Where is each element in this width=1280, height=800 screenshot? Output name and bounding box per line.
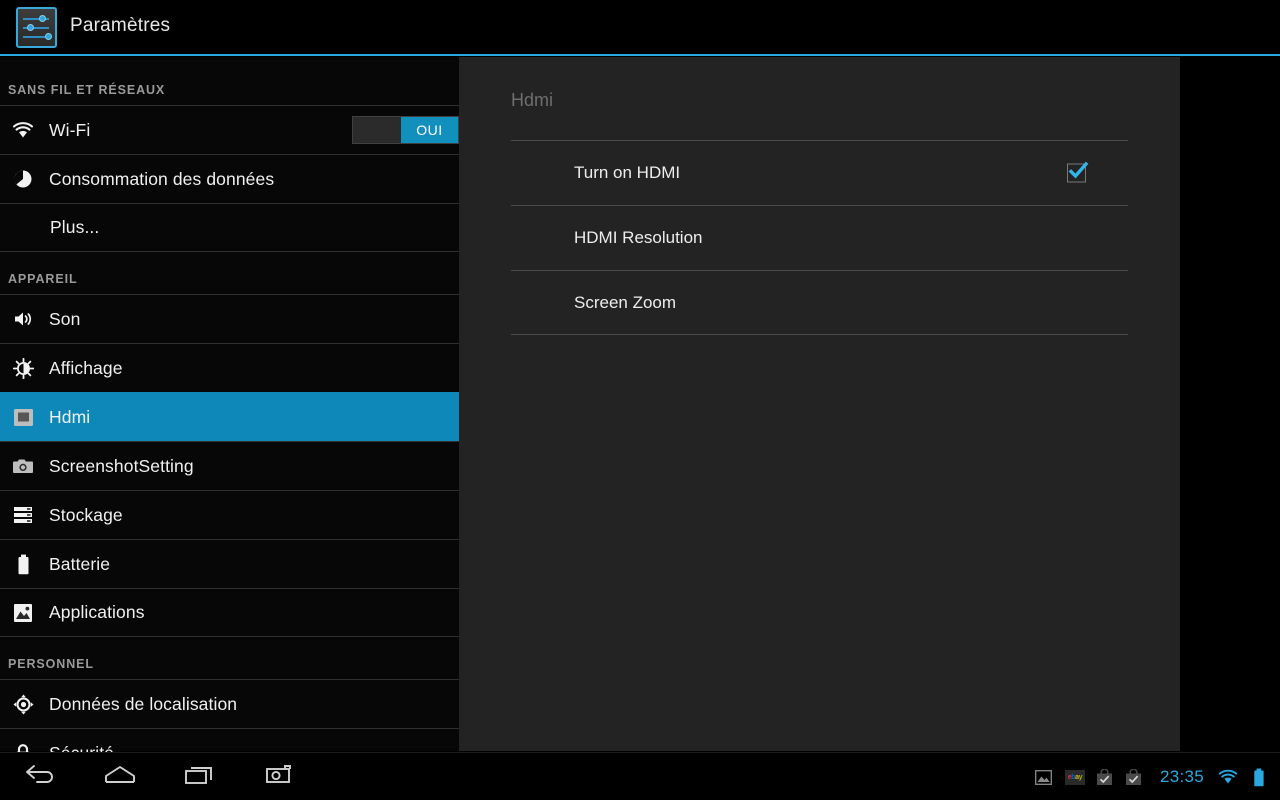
storage-bars-icon bbox=[8, 502, 38, 528]
toggle-track bbox=[353, 117, 401, 143]
sidebar-item-applications[interactable]: Applications bbox=[0, 588, 459, 637]
wifi-toggle[interactable]: OUI bbox=[352, 116, 459, 144]
back-arrow-icon bbox=[23, 763, 57, 792]
android-settings-screen: Paramètres SANS FIL ET RÉSEAUX Wi-Fi OUI bbox=[0, 0, 1280, 800]
toggle-state-label: OUI bbox=[401, 117, 458, 143]
sidebar-item-data-usage[interactable]: Consommation des données bbox=[0, 154, 459, 203]
pref-label: Turn on HDMI bbox=[574, 163, 681, 182]
sidebar-item-location[interactable]: Données de localisation bbox=[0, 679, 459, 728]
back-button[interactable] bbox=[0, 753, 80, 800]
system-navigation-bar: ebay 23:35 bbox=[0, 752, 1280, 800]
sidebar-item-label: Son bbox=[49, 308, 81, 329]
settings-sidebar[interactable]: SANS FIL ET RÉSEAUX Wi-Fi OUI Consommati… bbox=[0, 57, 459, 763]
sidebar-item-label: Données de localisation bbox=[49, 693, 238, 714]
sidebar-item-label: Wi-Fi bbox=[49, 119, 91, 140]
data-usage-pie-icon bbox=[8, 166, 38, 192]
section-header-personal: PERSONNEL bbox=[8, 657, 94, 671]
sidebar-item-label: Plus... bbox=[50, 217, 100, 237]
speaker-icon bbox=[8, 306, 38, 332]
pref-label: HDMI Resolution bbox=[574, 228, 703, 247]
location-crosshair-icon bbox=[8, 691, 38, 717]
sidebar-item-hdmi[interactable]: Hdmi bbox=[0, 392, 459, 441]
sidebar-item-label: ScreenshotSetting bbox=[49, 455, 194, 476]
battery-full-icon bbox=[1249, 767, 1269, 787]
status-area[interactable]: ebay 23:35 bbox=[1034, 753, 1280, 800]
preference-list: Turn on HDMI HDMI Resolution Screen Zoom bbox=[511, 140, 1128, 335]
check-icon bbox=[1068, 161, 1089, 179]
hdmi-screen-icon bbox=[8, 404, 38, 430]
pref-row-screen-zoom[interactable]: Screen Zoom bbox=[511, 270, 1128, 335]
wifi-icon bbox=[8, 117, 38, 143]
sidebar-item-wifi[interactable]: Wi-Fi OUI bbox=[0, 105, 459, 154]
image-icon bbox=[1034, 767, 1054, 787]
ebay-letter: y bbox=[1078, 773, 1083, 781]
recents-button[interactable] bbox=[160, 753, 240, 800]
sidebar-item-battery[interactable]: Batterie bbox=[0, 539, 459, 588]
wifi-icon bbox=[1218, 767, 1238, 787]
settings-sliders-icon bbox=[16, 7, 57, 48]
pref-label: Screen Zoom bbox=[574, 292, 677, 312]
home-button[interactable] bbox=[80, 753, 160, 800]
status-clock: 23:35 bbox=[1159, 767, 1204, 786]
section-header-wireless: SANS FIL ET RÉSEAUX bbox=[8, 83, 166, 97]
pref-row-hdmi-resolution[interactable]: HDMI Resolution bbox=[511, 205, 1128, 270]
sidebar-item-screenshotsetting[interactable]: ScreenshotSetting bbox=[0, 441, 459, 490]
camera-icon bbox=[8, 453, 38, 479]
sidebar-item-storage[interactable]: Stockage bbox=[0, 490, 459, 539]
shopping-bag-check-icon bbox=[1096, 768, 1114, 786]
screenshot-button[interactable] bbox=[240, 753, 320, 800]
pref-row-turn-on-hdmi[interactable]: Turn on HDMI bbox=[511, 140, 1128, 205]
shopping-bag-check-icon bbox=[1125, 768, 1143, 786]
sidebar-item-label: Applications bbox=[49, 602, 145, 622]
sidebar-item-display[interactable]: Affichage bbox=[0, 343, 459, 392]
sidebar-item-label: Batterie bbox=[49, 553, 111, 574]
camera-icon bbox=[263, 764, 297, 791]
content-title: Hdmi bbox=[511, 90, 554, 110]
applications-picture-icon bbox=[8, 600, 38, 626]
sidebar-item-more[interactable]: Plus... bbox=[0, 203, 459, 252]
sidebar-item-label: Affichage bbox=[49, 357, 123, 378]
ebay-icon: ebay bbox=[1064, 769, 1085, 785]
battery-icon bbox=[8, 551, 38, 577]
recents-icon bbox=[183, 764, 217, 791]
sidebar-item-label: Consommation des données bbox=[49, 168, 275, 189]
section-header-device: APPAREIL bbox=[8, 272, 78, 286]
sidebar-item-sound[interactable]: Son bbox=[0, 294, 459, 343]
title-bar: Paramètres bbox=[0, 0, 1280, 55]
sidebar-item-label: Stockage bbox=[49, 504, 123, 525]
page-title: Paramètres bbox=[70, 15, 171, 36]
accent-divider bbox=[0, 54, 1280, 56]
brightness-icon bbox=[8, 355, 38, 381]
sidebar-item-label: Hdmi bbox=[49, 406, 91, 427]
turn-on-hdmi-checkbox[interactable] bbox=[1067, 161, 1089, 183]
home-icon bbox=[103, 764, 137, 791]
content-panel: Hdmi Turn on HDMI HDMI Resolution Screen… bbox=[459, 57, 1180, 751]
